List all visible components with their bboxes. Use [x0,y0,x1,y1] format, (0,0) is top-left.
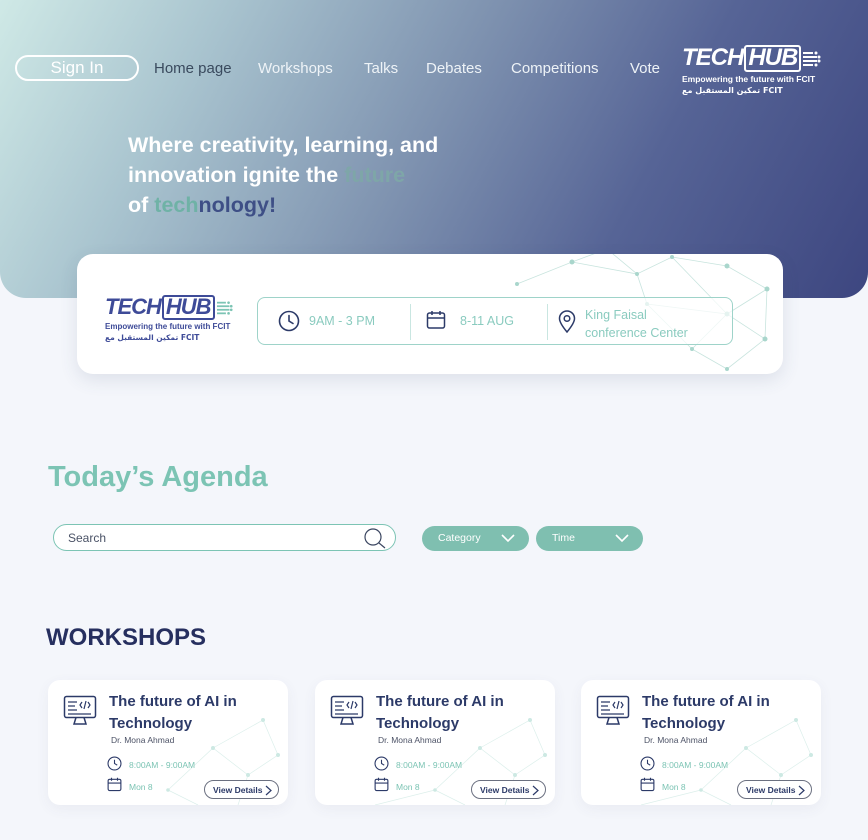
logo-tagline: Empowering the future with FCIT [682,73,816,84]
calendar-icon [640,777,655,792]
location-pin-icon [558,310,576,334]
view-details-label: View Details [480,785,530,795]
chevron-right-icon [798,785,805,796]
logo-arabic-tagline: تمكين المستقبل مع FCIT [105,332,200,342]
workshops-title: WORKSHOPS [46,624,207,651]
workshop-date: Mon 8 [129,782,153,792]
logo-tech-text: TECH [682,44,744,71]
code-monitor-icon [63,695,97,725]
workshop-title: The future of AI in Technology [376,693,504,732]
chevron-right-icon [265,785,272,796]
nav-home-page[interactable]: Home page [154,60,232,78]
headline-tech: tech [154,193,199,217]
headline-line-2: innovation ignite the [128,163,345,187]
category-dropdown-label: Category [438,532,481,544]
workshop-title: The future of AI in Technology [642,693,770,732]
nav-workshops[interactable]: Workshops [258,60,333,78]
calendar-icon [426,311,446,329]
view-details-label: View Details [213,785,263,795]
code-monitor-icon [330,695,364,725]
workshop-speaker: Dr. Mona Ahmad [111,735,175,745]
view-details-button[interactable]: View Details [737,780,812,799]
sign-in-button[interactable]: Sign In [15,55,139,81]
logo-tagline: Empowering the future with FCIT [105,321,231,331]
calendar-icon [374,777,389,792]
time-dropdown-label: Time [552,532,575,544]
view-details-button[interactable]: View Details [204,780,279,799]
chevron-down-icon [615,534,629,543]
logo-hub-text: HUB [161,295,215,320]
event-details-box: 9AM - 3 PM 8-11 AUG King Faisal conferen… [257,297,733,345]
clock-icon [278,310,300,332]
event-info-card: TECH HUB Empowering the future with FCIT … [77,254,783,374]
techhub-logo[interactable]: TECH HUB Empowering the future with FCIT … [682,45,821,95]
circuit-icon [216,301,233,315]
logo-tech-text: TECH [105,294,162,319]
category-dropdown[interactable]: Category [422,526,529,551]
workshop-card[interactable]: The future of AI in Technology Dr. Mona … [581,680,821,805]
headline-nology: nology! [198,193,277,217]
code-monitor-icon [596,695,630,725]
nav-competitions[interactable]: Competitions [511,60,599,78]
calendar-icon [107,777,122,792]
event-date: 8-11 AUG [460,314,514,328]
workshop-speaker: Dr. Mona Ahmad [378,735,442,745]
workshop-date: Mon 8 [396,782,420,792]
event-location-line-2: conference Center [585,326,688,340]
view-details-button[interactable]: View Details [471,780,546,799]
logo-arabic-tagline: تمكين المستقبل مع FCIT [682,85,783,95]
divider [547,304,548,340]
event-location-line-1: King Faisal [585,308,647,322]
search-bar[interactable] [53,524,396,551]
view-details-label: View Details [746,785,796,795]
workshop-time: 8:00AM - 9:00AM [662,760,729,770]
headline-line-1: Where creativity, learning, and [128,133,439,157]
workshop-time: 8:00AM - 9:00AM [396,760,463,770]
search-input[interactable] [68,529,348,547]
nav-debates[interactable]: Debates [426,60,482,78]
clock-icon [374,756,389,771]
clock-icon [640,756,655,771]
chevron-right-icon [532,785,539,796]
headline-future: future [344,163,406,187]
workshop-speaker: Dr. Mona Ahmad [644,735,708,745]
workshop-time: 8:00AM - 9:00AM [129,760,196,770]
workshop-date: Mon 8 [662,782,686,792]
nav-vote[interactable]: Vote [630,60,660,78]
techhub-card-logo: TECH HUB Empowering the future with FCIT … [105,295,233,342]
divider [410,304,411,340]
time-dropdown[interactable]: Time [536,526,643,551]
headline-line-3: of [128,193,155,217]
workshop-card[interactable]: The future of AI in Technology Dr. Mona … [48,680,288,805]
search-icon[interactable] [363,527,387,549]
clock-icon [107,756,122,771]
agenda-title: Today’s Agenda [48,461,268,493]
hero-headline: Where creativity, learning, and innovati… [128,130,488,220]
event-time: 9AM - 3 PM [309,314,375,328]
logo-hub-text: HUB [744,45,802,72]
chevron-down-icon [501,534,515,543]
workshop-card[interactable]: The future of AI in Technology Dr. Mona … [315,680,555,805]
workshop-title: The future of AI in Technology [109,693,237,732]
nav-talks[interactable]: Talks [364,60,398,78]
circuit-icon [803,51,821,67]
